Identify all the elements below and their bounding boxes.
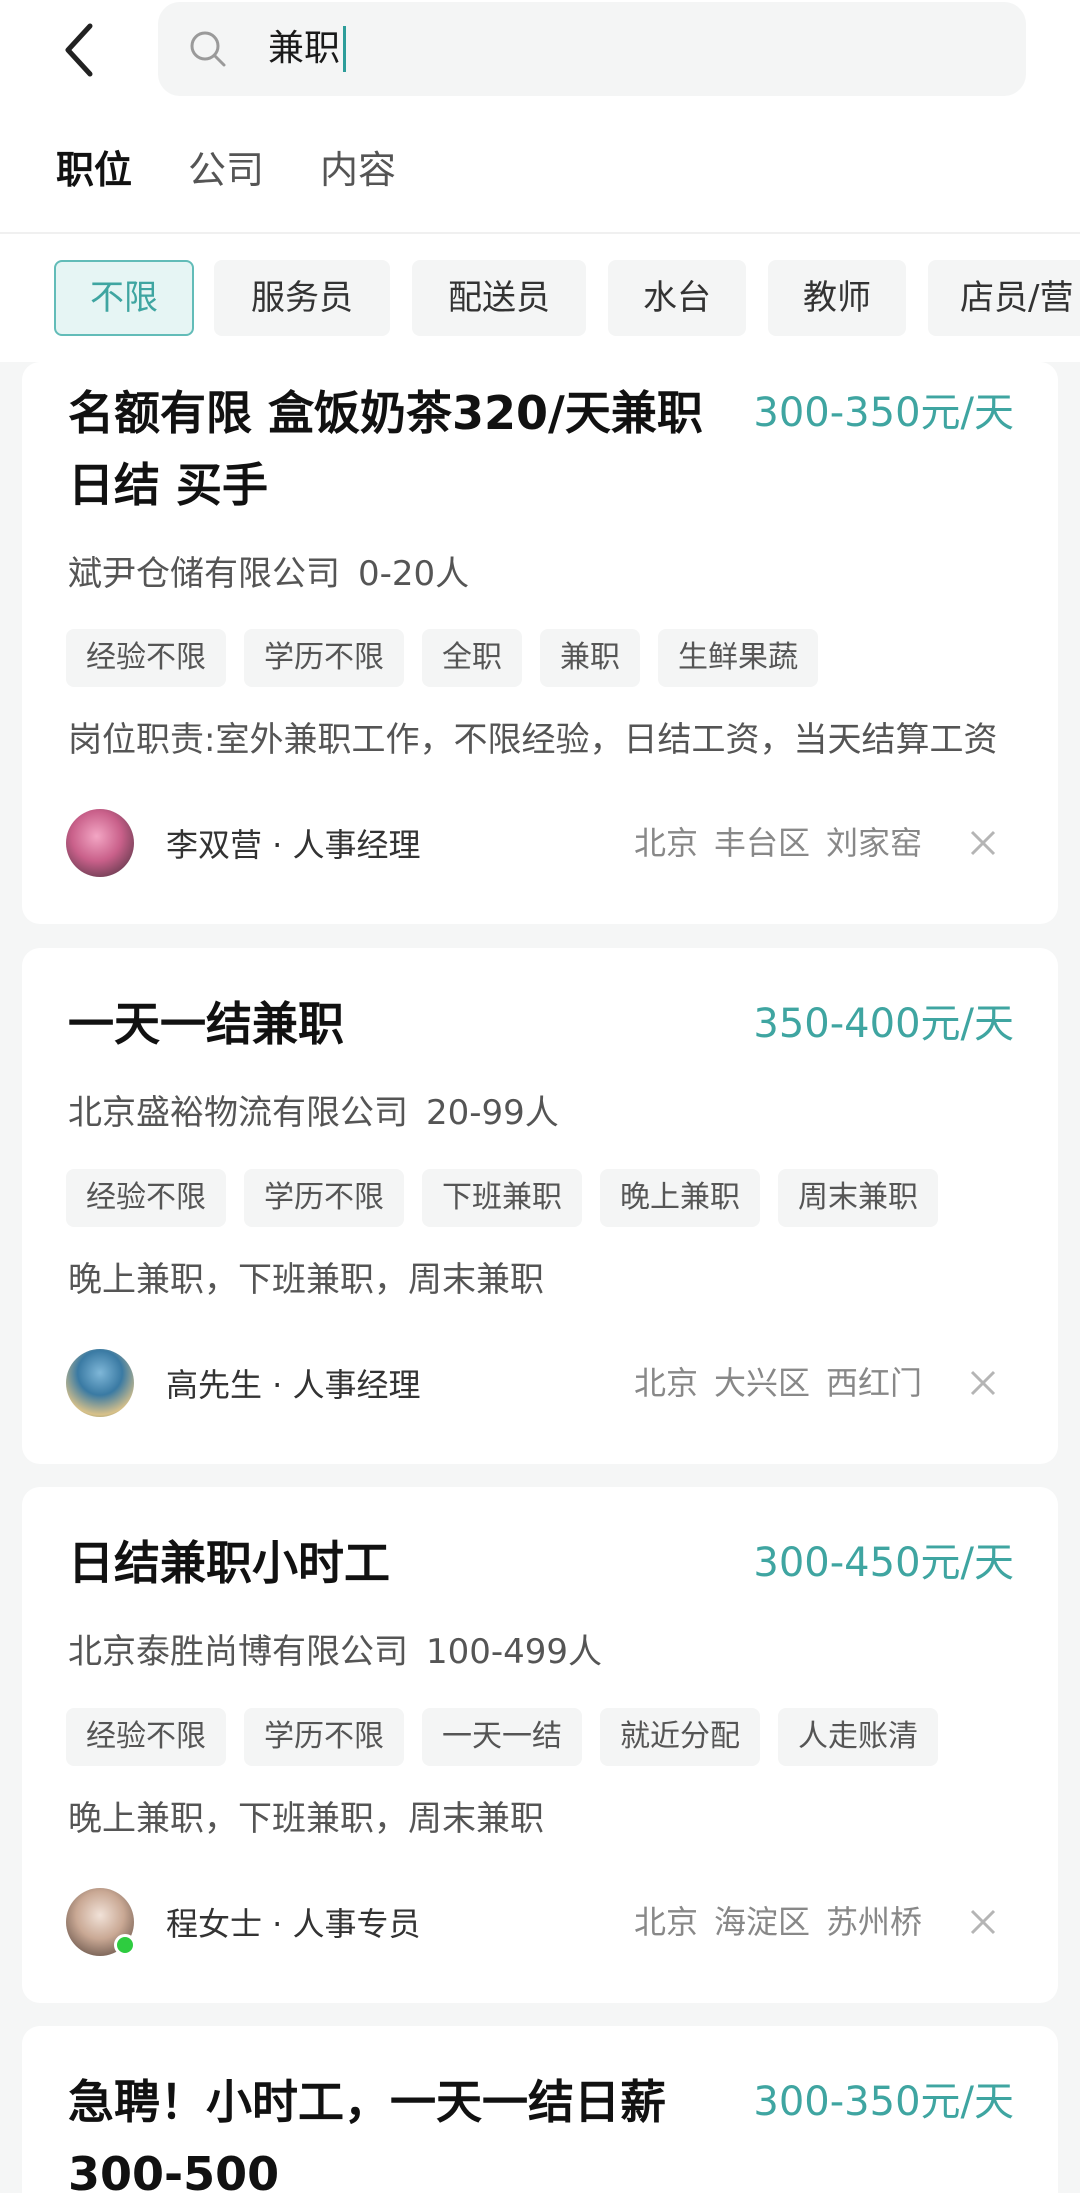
company-size: 0-20人 [358,554,470,594]
close-icon [970,830,996,856]
search-box[interactable]: 兼职 [158,2,1026,96]
job-card[interactable]: 日结兼职小时工 300-450元/天 北京泰胜尚博有限公司 100-499人 经验… [22,1487,1058,2003]
job-tag: 生鲜果蔬 [658,629,818,687]
company-name: 北京盛裕物流有限公司 [68,1093,408,1133]
job-description: 晚上兼职，下班兼职，周末兼职 [68,1260,544,1300]
company-info: 斌尹仓储有限公司 0-20人 [68,549,469,599]
filter-chip-waiter[interactable]: 服务员 [214,260,390,336]
close-icon [970,1909,996,1935]
job-location: 北京 丰台区 刘家窑 [634,808,922,878]
dismiss-button[interactable] [960,808,1006,878]
recruiter-name: 程女士 · 人事专员 [166,1905,421,1943]
header: 兼职 职位 公司 内容 [0,0,1080,232]
job-title: 日结兼职小时工 [68,1536,390,1590]
location-district: 海淀区 [713,1903,810,1941]
filter-chip-clerk[interactable]: 店员/营 [928,260,1080,336]
job-tags: 经验不限 学历不限 一天一结 就近分配 人走账清 [66,1708,938,1766]
job-salary: 300-350元/天 [753,2079,1014,2125]
company-size: 100-499人 [426,1632,603,1672]
filter-chip-delivery[interactable]: 配送员 [412,260,586,336]
job-tag: 学历不限 [244,629,404,687]
job-salary: 300-350元/天 [753,390,1014,436]
search-query-text: 兼职 [268,28,341,69]
company-info: 北京盛裕物流有限公司 20-99人 [68,1088,559,1138]
filter-chip-bar: 不限 服务员 配送员 水台 教师 店员/营 [0,234,1080,362]
online-status-dot [114,1934,136,1956]
job-tag: 下班兼职 [422,1169,582,1227]
tab-content[interactable]: 内容 [320,140,396,200]
recruiter-info: 程女士 · 人事专员 [66,1887,421,1957]
job-tags: 经验不限 学历不限 全职 兼职 生鲜果蔬 [66,629,818,687]
job-tag: 学历不限 [244,1708,404,1766]
company-name: 北京泰胜尚博有限公司 [68,1632,408,1672]
filter-chip-teacher[interactable]: 教师 [768,260,906,336]
job-description: 岗位职责:室外兼职工作，不限经验，日结工资，当天结算工资 [68,720,998,760]
close-icon [970,1370,996,1396]
company-info: 北京泰胜尚博有限公司 100-499人 [68,1627,602,1677]
job-tag: 兼职 [540,629,640,687]
job-tag: 经验不限 [66,1169,226,1227]
job-card[interactable]: 一天一结兼职 350-400元/天 北京盛裕物流有限公司 20-99人 经验不限 … [22,948,1058,1464]
job-card[interactable]: 名额有限 盒饭奶茶320/天兼职日结 买手 300-350元/天 斌尹仓储有限公… [22,362,1058,924]
text-caret [343,26,347,72]
location-area: 西红门 [825,1364,922,1402]
dismiss-button[interactable] [960,1887,1006,1957]
location-city: 北京 [633,1903,698,1941]
avatar [66,1888,136,1956]
job-tag: 周末兼职 [778,1169,938,1227]
job-tag: 经验不限 [66,629,226,687]
job-description: 晚上兼职，下班兼职，周末兼职 [68,1799,544,1839]
job-tag: 晚上兼职 [600,1169,760,1227]
job-title: 急聘！小时工，一天一结日薪300-500 [68,2075,666,2193]
filter-chip-any[interactable]: 不限 [54,260,194,336]
avatar [66,1349,134,1417]
job-salary: 300-450元/天 [753,1540,1014,1586]
job-tag: 经验不限 [66,1708,226,1766]
job-tag: 学历不限 [244,1169,404,1227]
company-name: 斌尹仓储有限公司 [68,554,340,594]
job-tags: 经验不限 学历不限 下班兼职 晚上兼职 周末兼职 [66,1169,938,1227]
avatar [66,809,134,877]
location-city: 北京 [633,824,698,862]
recruiter-info: 李双营 · 人事经理 [66,808,421,878]
recruiter-name: 李双营 · 人事经理 [166,826,421,864]
tab-companies[interactable]: 公司 [188,140,264,200]
recruiter-name: 高先生 · 人事经理 [166,1366,421,1404]
job-title: 一天一结兼职 [68,997,344,1051]
recruiter-info: 高先生 · 人事经理 [66,1348,421,1418]
job-location: 北京 海淀区 苏州桥 [634,1887,922,1957]
company-size: 20-99人 [426,1093,559,1133]
job-tag: 就近分配 [600,1708,760,1766]
job-tag: 一天一结 [422,1708,582,1766]
tab-jobs[interactable]: 职位 [56,140,132,200]
location-area: 刘家窑 [825,824,922,862]
job-location: 北京 大兴区 西红门 [634,1348,922,1418]
job-tag: 人走账清 [778,1708,938,1766]
search-results-screen: 兼职 职位 公司 内容 不限 服务员 配送员 水台 教师 店员/营 名额有限 盒… [0,0,1080,2193]
location-city: 北京 [633,1364,698,1402]
job-tag: 全职 [422,629,522,687]
back-button[interactable] [48,14,112,86]
result-type-tabs: 职位 公司 内容 [56,140,396,200]
job-title: 名额有限 盒饭奶茶320/天兼职日结 买手 [68,386,703,512]
filter-chip-water-station[interactable]: 水台 [608,260,746,336]
search-icon [190,31,226,67]
search-input[interactable]: 兼职 [268,20,347,78]
job-card[interactable]: 急聘！小时工，一天一结日薪300-500 300-350元/天 [22,2026,1058,2193]
location-district: 大兴区 [713,1364,810,1402]
job-salary: 350-400元/天 [753,1001,1014,1047]
location-area: 苏州桥 [825,1903,922,1941]
chevron-left-icon [65,23,93,77]
location-district: 丰台区 [713,824,810,862]
dismiss-button[interactable] [960,1348,1006,1418]
